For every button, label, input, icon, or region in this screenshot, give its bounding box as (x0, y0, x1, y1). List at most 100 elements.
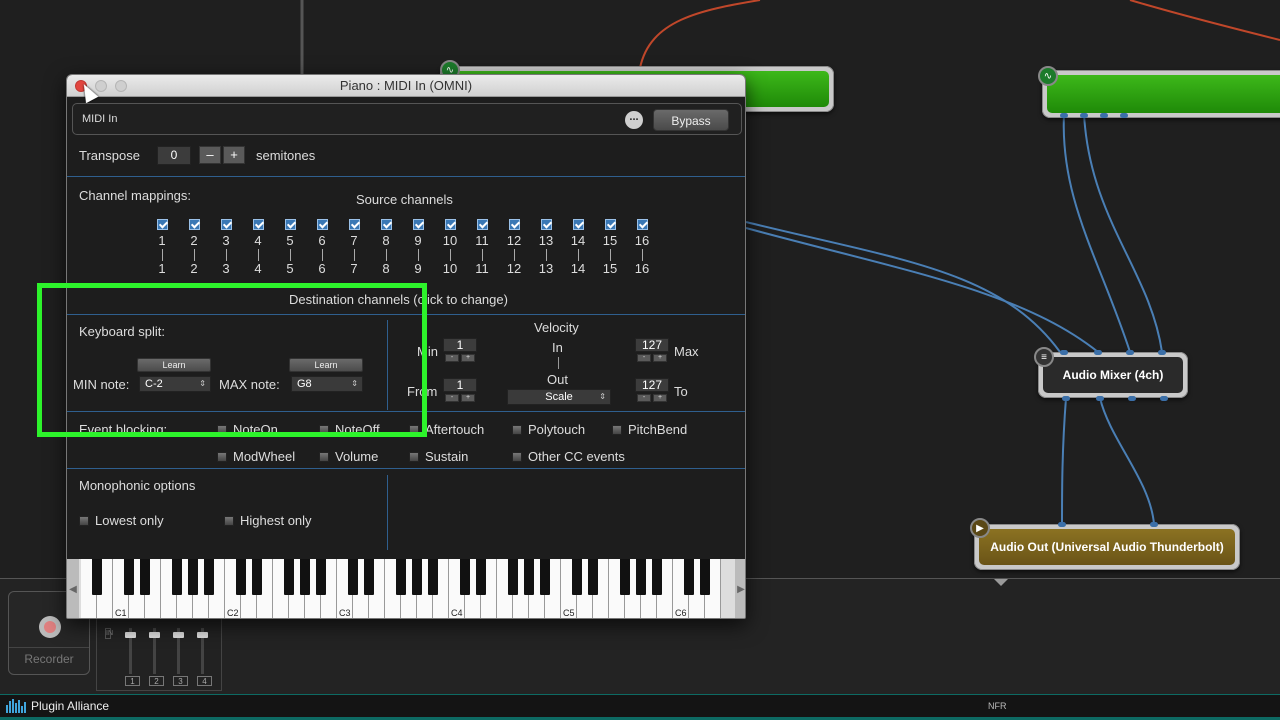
block-sustain-checkbox[interactable]: Sustain (409, 449, 468, 464)
fader-knob[interactable] (173, 632, 184, 638)
record-button[interactable] (39, 616, 61, 638)
source-channel-checkbox[interactable] (540, 219, 552, 230)
audio-mixer-node[interactable]: Audio Mixer (4ch) (1038, 352, 1188, 398)
destination-channel-number[interactable]: 2 (182, 261, 206, 277)
velocity-from-increment[interactable]: + (461, 394, 475, 402)
black-key[interactable] (124, 559, 134, 595)
channel-fader[interactable] (197, 628, 208, 674)
channel-fader[interactable] (125, 628, 136, 674)
destination-channel-number[interactable]: 7 (342, 261, 366, 277)
more-options-icon[interactable]: ... (625, 111, 643, 129)
node-port[interactable] (1094, 350, 1102, 355)
black-key[interactable] (508, 559, 518, 595)
destination-channel-number[interactable]: 12 (502, 261, 526, 277)
block-volume-checkbox[interactable]: Volume (319, 449, 378, 464)
destination-channel-number[interactable]: 14 (566, 261, 590, 277)
velocity-to-value[interactable]: 127 (635, 378, 669, 392)
bypass-button[interactable]: Bypass (653, 109, 729, 131)
black-key[interactable] (652, 559, 662, 595)
source-channel-checkbox[interactable] (508, 219, 520, 230)
black-key[interactable] (428, 559, 438, 595)
destination-channel-number[interactable]: 1 (150, 261, 174, 277)
destination-channel-number[interactable]: 3 (214, 261, 238, 277)
destination-channel-number[interactable]: 4 (246, 261, 270, 277)
black-key[interactable] (364, 559, 374, 595)
node-port[interactable] (1080, 113, 1088, 118)
black-key[interactable] (620, 559, 630, 595)
destination-channel-number[interactable]: 5 (278, 261, 302, 277)
transpose-increment-button[interactable]: + (223, 146, 245, 164)
block-polytouch-checkbox[interactable]: Polytouch (512, 422, 585, 437)
synth-node[interactable] (1042, 70, 1280, 118)
black-key[interactable] (572, 559, 582, 595)
black-key[interactable] (252, 559, 262, 595)
velocity-to-increment[interactable]: + (653, 394, 667, 402)
source-channel-checkbox[interactable] (380, 219, 392, 230)
highest-only-checkbox[interactable]: Highest only (224, 513, 312, 528)
node-port[interactable] (1100, 113, 1108, 118)
destination-channel-number[interactable]: 9 (406, 261, 430, 277)
fader-knob[interactable] (197, 632, 208, 638)
source-channel-checkbox[interactable] (188, 219, 200, 230)
velocity-min-increment[interactable]: + (461, 354, 475, 362)
black-key[interactable] (172, 559, 182, 595)
block-other-cc-checkbox[interactable]: Other CC events (512, 449, 625, 464)
velocity-max-value[interactable]: 127 (635, 338, 669, 352)
source-channel-checkbox[interactable] (316, 219, 328, 230)
lowest-only-checkbox[interactable]: Lowest only (79, 513, 164, 528)
window-titlebar[interactable]: Piano : MIDI In (OMNI) (67, 75, 745, 104)
destination-channel-number[interactable]: 15 (598, 261, 622, 277)
black-key[interactable] (636, 559, 646, 595)
source-channel-checkbox[interactable] (476, 219, 488, 230)
velocity-from-decrement[interactable]: - (445, 394, 459, 402)
source-channel-checkbox[interactable] (252, 219, 264, 230)
scroll-right-icon[interactable]: ▶ (735, 559, 745, 618)
velocity-mode-select[interactable]: Scale ⇕ (507, 389, 611, 405)
maximize-icon[interactable] (115, 80, 127, 92)
source-channel-checkbox[interactable] (220, 219, 232, 230)
black-key[interactable] (684, 559, 694, 595)
black-key[interactable] (300, 559, 310, 595)
channel-fader[interactable] (149, 628, 160, 674)
node-port[interactable] (1160, 396, 1168, 401)
node-port[interactable] (1158, 350, 1166, 355)
source-channel-checkbox[interactable] (604, 219, 616, 230)
black-key[interactable] (412, 559, 422, 595)
source-channel-checkbox[interactable] (156, 219, 168, 230)
source-channel-checkbox[interactable] (412, 219, 424, 230)
black-key[interactable] (460, 559, 470, 595)
destination-channel-number[interactable]: 10 (438, 261, 462, 277)
velocity-max-increment[interactable]: + (653, 354, 667, 362)
destination-channel-number[interactable]: 11 (470, 261, 494, 277)
block-pitchbend-checkbox[interactable]: PitchBend (612, 422, 687, 437)
black-key[interactable] (348, 559, 358, 595)
black-key[interactable] (284, 559, 294, 595)
piano-keyboard[interactable]: ◀ C1 C2 C3 C4 C5 C6 ▶ (67, 559, 745, 618)
black-key[interactable] (540, 559, 550, 595)
node-port[interactable] (1060, 113, 1068, 118)
source-channel-checkbox[interactable] (348, 219, 360, 230)
node-port[interactable] (1150, 522, 1158, 527)
node-port[interactable] (1058, 522, 1066, 527)
velocity-max-decrement[interactable]: - (637, 354, 651, 362)
black-key[interactable] (588, 559, 598, 595)
audio-out-node[interactable]: Audio Out (Universal Audio Thunderbolt) (974, 524, 1240, 570)
transpose-value[interactable]: 0 (157, 146, 191, 165)
black-key[interactable] (700, 559, 710, 595)
black-key[interactable] (316, 559, 326, 595)
fader-knob[interactable] (125, 632, 136, 638)
source-channel-checkbox[interactable] (444, 219, 456, 230)
velocity-min-value[interactable]: 1 (443, 338, 477, 352)
node-port[interactable] (1120, 113, 1128, 118)
scroll-left-icon[interactable]: ◀ (67, 559, 79, 618)
node-port[interactable] (1060, 350, 1068, 355)
destination-channel-number[interactable]: 8 (374, 261, 398, 277)
transpose-decrement-button[interactable]: – (199, 146, 221, 164)
destination-channel-number[interactable]: 13 (534, 261, 558, 277)
black-key[interactable] (476, 559, 486, 595)
black-key[interactable] (188, 559, 198, 595)
velocity-to-decrement[interactable]: - (637, 394, 651, 402)
black-key[interactable] (396, 559, 406, 595)
destination-channel-number[interactable]: 16 (630, 261, 654, 277)
source-channel-checkbox[interactable] (284, 219, 296, 230)
